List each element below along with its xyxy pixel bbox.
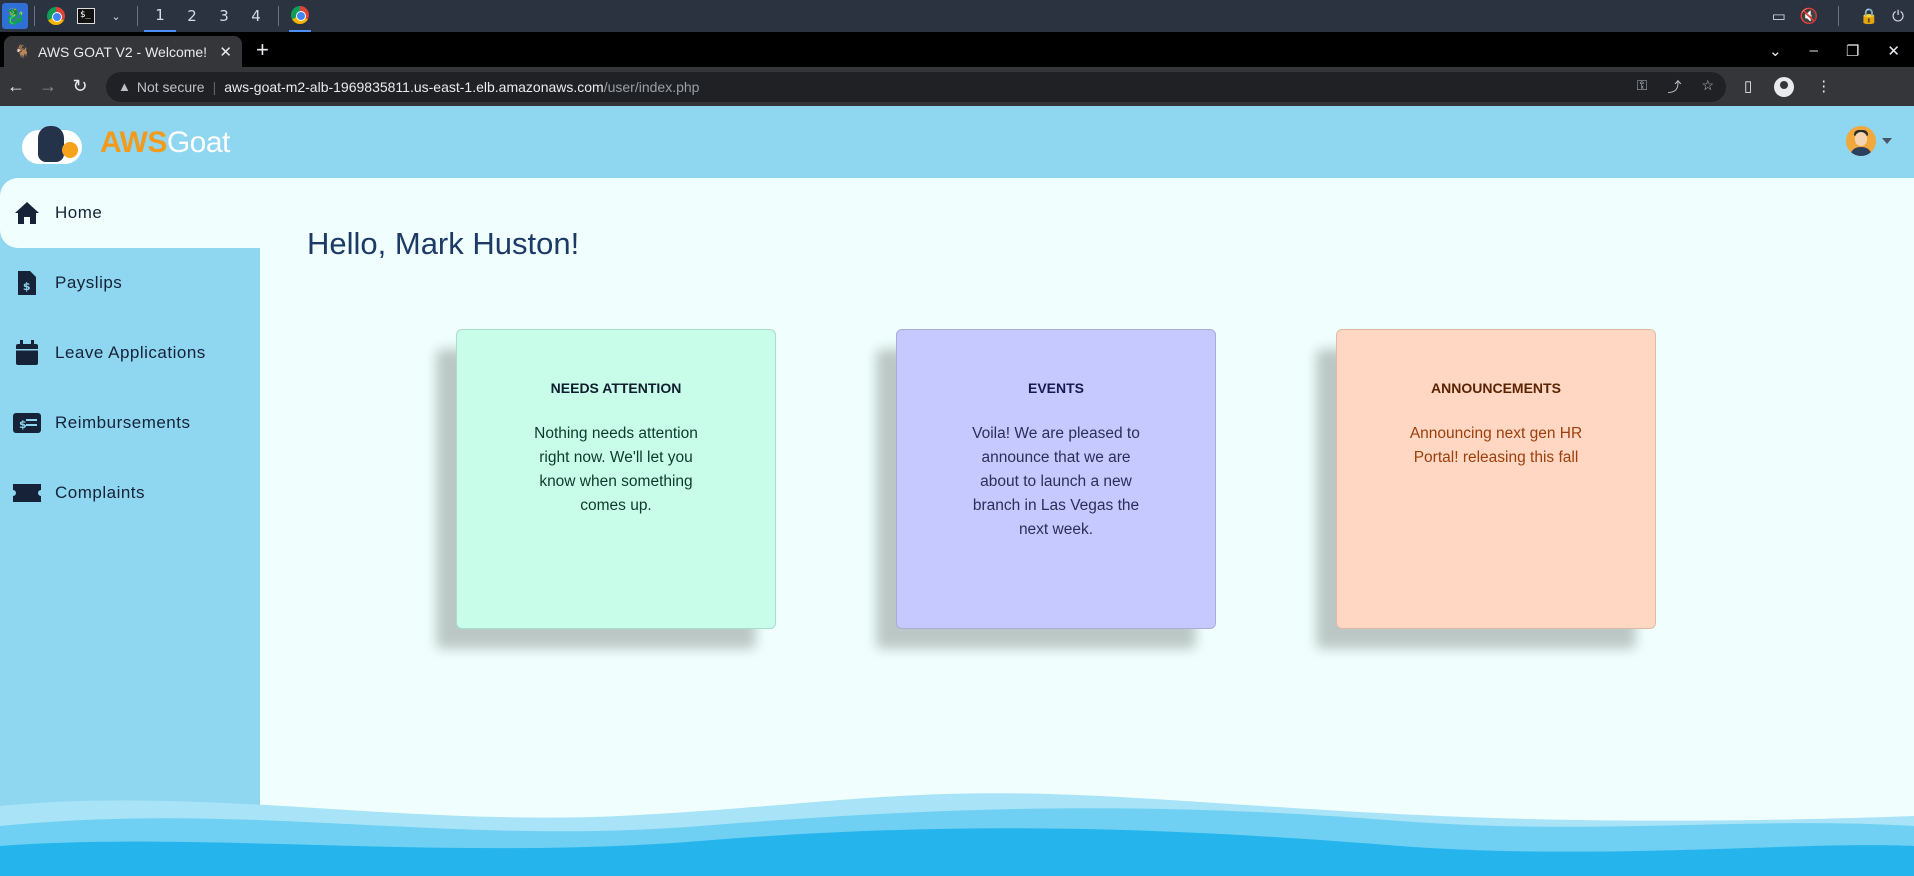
announcements-card: ANNOUNCEMENTS Announcing next gen HR Por… bbox=[1336, 329, 1656, 629]
app-header: AWSGoat bbox=[0, 106, 1914, 178]
brand-logo[interactable]: AWSGoat bbox=[20, 120, 230, 166]
browser-toolbar: ← → ↻ ▲ Not secure | aws-goat-m2-alb-196… bbox=[0, 67, 1914, 106]
taskbar-separator bbox=[1838, 6, 1840, 26]
terminal-launcher-icon[interactable]: $_ bbox=[75, 5, 97, 27]
sidebar-item-label: Payslips bbox=[55, 273, 123, 292]
browser-tab[interactable]: 🐐 AWS GOAT V2 - Welcome! ✕ bbox=[4, 36, 242, 67]
brand-aws: AWS bbox=[100, 126, 167, 159]
taskbar-separator bbox=[278, 6, 279, 26]
events-card: EVENTS Voila! We are pleased to announce… bbox=[896, 329, 1216, 629]
key-icon[interactable]: ⚿ bbox=[1637, 77, 1648, 97]
caret-down-icon[interactable] bbox=[1882, 138, 1892, 144]
sidebar-item-leave-applications[interactable]: Leave Applications bbox=[0, 318, 260, 388]
back-button[interactable]: ← bbox=[0, 76, 32, 97]
workspace-4[interactable]: 4 bbox=[240, 0, 272, 32]
kebab-menu-icon[interactable]: ⋮ bbox=[1816, 77, 1831, 97]
kali-menu-icon[interactable]: 🐉 bbox=[2, 3, 28, 29]
goat-favicon-icon: 🐐 bbox=[14, 43, 31, 59]
profile-icon[interactable] bbox=[1774, 76, 1795, 97]
sidebar-item-reimbursements[interactable]: $ Reimbursements bbox=[0, 388, 260, 458]
taskbar-separator bbox=[137, 6, 138, 26]
brand-name: AWSGoat bbox=[100, 126, 230, 160]
side-panel-icon[interactable]: ▯ bbox=[1744, 77, 1752, 97]
forward-button[interactable]: → bbox=[32, 76, 64, 97]
sidebar-item-complaints[interactable]: Complaints bbox=[0, 458, 260, 528]
card-body: Voila! We are pleased to announce that w… bbox=[972, 425, 1140, 538]
mute-icon[interactable]: 🔇 bbox=[1800, 7, 1819, 25]
footer-waves bbox=[0, 793, 1914, 876]
address-divider: | bbox=[212, 78, 217, 95]
user-menu[interactable] bbox=[1846, 126, 1892, 156]
address-bar[interactable]: ▲ Not secure | aws-goat-m2-alb-196983581… bbox=[106, 71, 1726, 102]
svg-text:$: $ bbox=[23, 280, 31, 293]
calendar-icon bbox=[12, 338, 42, 368]
brand-goat: Goat bbox=[166, 126, 231, 159]
close-window-icon[interactable]: ✕ bbox=[1887, 42, 1900, 60]
logout-icon[interactable]: ⏻ bbox=[1892, 7, 1904, 25]
restore-icon[interactable]: ❐ bbox=[1846, 42, 1859, 60]
sidebar-item-label: Home bbox=[55, 203, 103, 222]
app-viewport: AWSGoat Home $ Payslips Leave Applicatio… bbox=[0, 106, 1914, 876]
avatar[interactable] bbox=[1846, 126, 1876, 156]
sidebar-item-label: Leave Applications bbox=[55, 343, 206, 362]
chevron-down-icon[interactable]: ⌄ bbox=[105, 5, 127, 27]
goat-logo-icon bbox=[20, 120, 84, 166]
invoice-dollar-icon: $ bbox=[12, 268, 42, 298]
card-title: NEEDS ATTENTION bbox=[550, 380, 682, 396]
chrome-launcher-icon[interactable] bbox=[45, 5, 67, 27]
new-tab-button[interactable]: + bbox=[256, 37, 269, 63]
url-host: aws-goat-m2-alb-1969835811.us-east-1.elb… bbox=[224, 78, 604, 95]
security-label[interactable]: Not secure bbox=[137, 79, 205, 95]
chrome-window-icon[interactable] bbox=[289, 0, 311, 32]
tab-title: AWS GOAT V2 - Welcome! bbox=[38, 43, 208, 60]
browser-tab-strip: 🐐 AWS GOAT V2 - Welcome! ✕ + ⌄ – ❐ ✕ bbox=[0, 32, 1914, 67]
tab-search-icon[interactable]: ⌄ bbox=[1769, 42, 1782, 60]
card-title: EVENTS bbox=[1027, 380, 1084, 396]
svg-text:$: $ bbox=[19, 418, 27, 431]
workspace-3[interactable]: 3 bbox=[208, 0, 240, 32]
warning-icon[interactable]: ▲ bbox=[118, 79, 131, 94]
card-body: Announcing next gen HR Portal! releasing… bbox=[1409, 425, 1583, 466]
sidebar-item-label: Complaints bbox=[55, 483, 146, 502]
taskbar-separator bbox=[34, 6, 35, 26]
card-body: Nothing needs attention right now. We'll… bbox=[534, 425, 698, 514]
page-title: Hello, Mark Huston! bbox=[307, 226, 580, 261]
money-check-icon: $ bbox=[12, 408, 42, 438]
ticket-icon bbox=[12, 478, 42, 508]
needs-attention-card: NEEDS ATTENTION Nothing needs attention … bbox=[456, 329, 776, 629]
card-title: ANNOUNCEMENTS bbox=[1431, 380, 1561, 396]
sidebar-item-home[interactable]: Home bbox=[0, 178, 260, 248]
minimize-icon[interactable]: – bbox=[1810, 42, 1818, 60]
reload-button[interactable]: ↻ bbox=[64, 76, 96, 97]
sidebar-item-payslips[interactable]: $ Payslips bbox=[0, 248, 260, 318]
os-taskbar: 🐉 $_ ⌄ 1 2 3 4 ▭ 🔇 🔒 ⏻ bbox=[0, 0, 1914, 32]
url-path: /user/index.php bbox=[603, 78, 700, 95]
display-icon[interactable]: ▭ bbox=[1772, 7, 1786, 25]
home-icon bbox=[12, 198, 42, 228]
lock-icon[interactable]: 🔒 bbox=[1859, 7, 1878, 25]
close-tab-icon[interactable]: ✕ bbox=[219, 43, 232, 61]
share-icon[interactable]: ⤴ bbox=[1667, 77, 1681, 97]
workspace-1[interactable]: 1 bbox=[144, 0, 176, 32]
bookmark-star-icon[interactable]: ☆ bbox=[1701, 77, 1714, 97]
workspace-2[interactable]: 2 bbox=[176, 0, 208, 32]
sidebar-item-label: Reimbursements bbox=[55, 413, 191, 432]
